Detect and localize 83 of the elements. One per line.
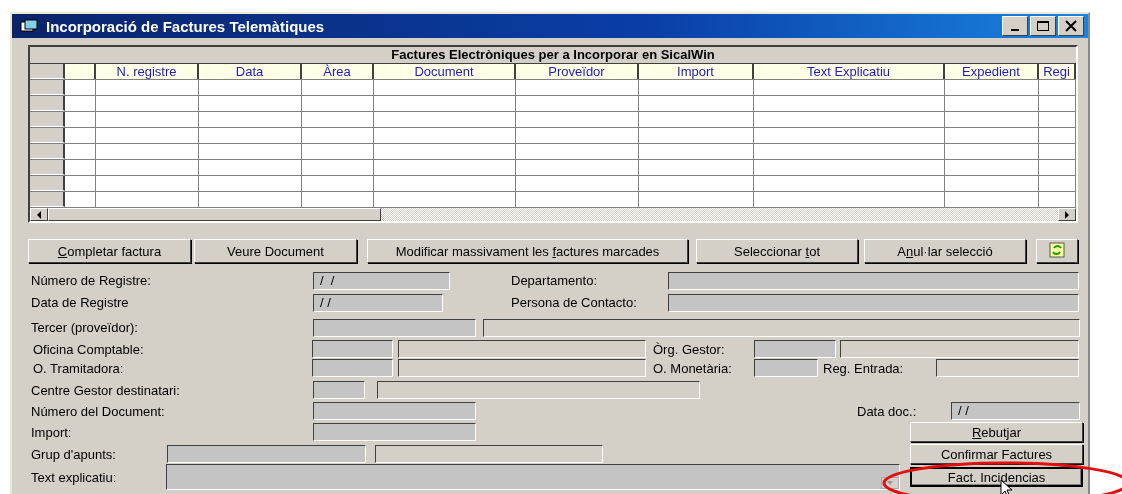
field-label: Oficina Comptable: bbox=[33, 341, 145, 357]
column-header[interactable]: Regi bbox=[1039, 64, 1076, 79]
toolbar-button[interactable]: Seleccionar tot bbox=[696, 239, 858, 263]
window-title: Incorporació de Factures Telemàtiques bbox=[46, 17, 326, 35]
column-header[interactable]: Text Explicatiu bbox=[754, 64, 945, 79]
field-label: Import: bbox=[31, 424, 73, 440]
field-label: Centre Gestor destinatari: bbox=[31, 382, 181, 398]
column-header[interactable]: Document bbox=[374, 64, 516, 79]
field-label: Persona de Contacto: bbox=[511, 295, 638, 310]
field-label: O. Monetària: bbox=[653, 360, 733, 376]
grid-caption: Factures Electròniques per a Incorporar en SicalWin bbox=[30, 47, 1076, 64]
field-label: Data doc.: bbox=[857, 403, 918, 419]
row-header[interactable] bbox=[30, 160, 65, 175]
toolbar-button[interactable]: Anul·lar selecció bbox=[864, 239, 1026, 263]
input-field[interactable] bbox=[483, 318, 1080, 337]
field-label: Data de Registre bbox=[31, 295, 130, 310]
horizontal-scrollbar[interactable] bbox=[30, 208, 1076, 221]
input-field[interactable] bbox=[313, 402, 476, 420]
row-header[interactable] bbox=[30, 128, 65, 143]
field-label: Número del Document: bbox=[31, 403, 166, 419]
scroll-right-button[interactable] bbox=[1058, 208, 1076, 221]
column-header[interactable]: Import bbox=[639, 64, 754, 79]
field-label: Departamento: bbox=[511, 273, 598, 288]
input-field[interactable] bbox=[398, 359, 646, 377]
right-arrow-icon bbox=[1064, 210, 1070, 219]
input-field[interactable] bbox=[312, 359, 393, 377]
input-field[interactable] bbox=[375, 445, 603, 463]
row-header[interactable] bbox=[30, 192, 65, 207]
input-field[interactable] bbox=[312, 340, 393, 358]
field-label: Òrg. Gestor: bbox=[653, 341, 726, 357]
column-header[interactable]: Proveïdor bbox=[516, 64, 639, 79]
action-button[interactable]: Confirmar Factures bbox=[910, 444, 1083, 464]
text-area[interactable] bbox=[166, 464, 900, 490]
scroll-left-button[interactable] bbox=[30, 208, 48, 221]
input-field[interactable]: / / bbox=[951, 402, 1080, 420]
input-field[interactable] bbox=[668, 271, 1079, 290]
field-label: Número de Registre: bbox=[31, 273, 152, 288]
row-header[interactable] bbox=[30, 144, 65, 159]
maximize-icon bbox=[1036, 20, 1050, 32]
input-field[interactable] bbox=[313, 318, 476, 337]
input-field[interactable]: / / bbox=[313, 293, 443, 312]
input-field[interactable] bbox=[313, 423, 476, 441]
field-label: Grup d'apunts: bbox=[31, 446, 117, 462]
input-field[interactable] bbox=[313, 381, 365, 399]
input-field[interactable] bbox=[754, 359, 818, 377]
folder-window-icon bbox=[20, 19, 38, 33]
toolbar-button[interactable]: Completar factura bbox=[28, 239, 191, 263]
close-button[interactable] bbox=[1058, 16, 1084, 36]
refresh-icon bbox=[1048, 241, 1066, 258]
column-header[interactable]: Àrea bbox=[302, 64, 374, 79]
row-header[interactable] bbox=[30, 112, 65, 127]
input-field[interactable] bbox=[167, 445, 366, 463]
field-label: Text explicatiu: bbox=[31, 469, 118, 485]
row-header[interactable] bbox=[30, 176, 65, 191]
input-field[interactable] bbox=[377, 381, 700, 399]
column-header[interactable]: N. registre bbox=[96, 64, 199, 79]
action-button[interactable]: Rebutjar bbox=[910, 422, 1083, 442]
action-button[interactable]: Fact. Incidencias bbox=[910, 467, 1083, 487]
column-header[interactable]: Data bbox=[199, 64, 302, 79]
toolbar-button[interactable]: Veure Document bbox=[194, 239, 357, 263]
field-label: O. Tramitadora: bbox=[33, 360, 125, 376]
close-icon bbox=[1064, 20, 1078, 32]
scroll-down-icon bbox=[881, 477, 899, 489]
left-arrow-icon bbox=[36, 210, 42, 219]
field-label: Reg. Entrada: bbox=[823, 360, 905, 376]
input-field[interactable] bbox=[754, 340, 836, 358]
maximize-button[interactable] bbox=[1030, 16, 1056, 36]
input-field[interactable] bbox=[840, 340, 1079, 358]
scroll-thumb[interactable] bbox=[48, 208, 381, 221]
column-header[interactable] bbox=[65, 64, 96, 79]
refresh-button[interactable] bbox=[1036, 239, 1078, 263]
row-header[interactable] bbox=[30, 96, 65, 111]
row-header[interactable] bbox=[30, 64, 65, 79]
row-header[interactable] bbox=[30, 80, 65, 95]
toolbar-button[interactable]: Modificar massivament les factures marcades bbox=[367, 239, 688, 263]
input-field[interactable] bbox=[668, 293, 1079, 312]
field-label: Tercer (proveïdor): bbox=[31, 320, 139, 335]
column-header[interactable]: Expedient bbox=[945, 64, 1039, 79]
input-field[interactable] bbox=[398, 340, 646, 358]
minimize-icon bbox=[1011, 29, 1019, 31]
input-field[interactable] bbox=[936, 359, 1079, 377]
input-field[interactable]: / / bbox=[313, 271, 450, 290]
minimize-button[interactable] bbox=[1002, 16, 1028, 36]
